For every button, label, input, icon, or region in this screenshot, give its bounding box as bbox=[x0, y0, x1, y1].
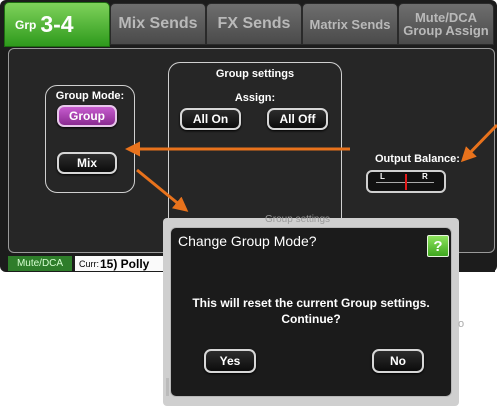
annotation-arrows bbox=[125, 123, 497, 212]
arrow-to-output-balance bbox=[460, 123, 497, 163]
arrow-to-dialog bbox=[136, 168, 189, 212]
